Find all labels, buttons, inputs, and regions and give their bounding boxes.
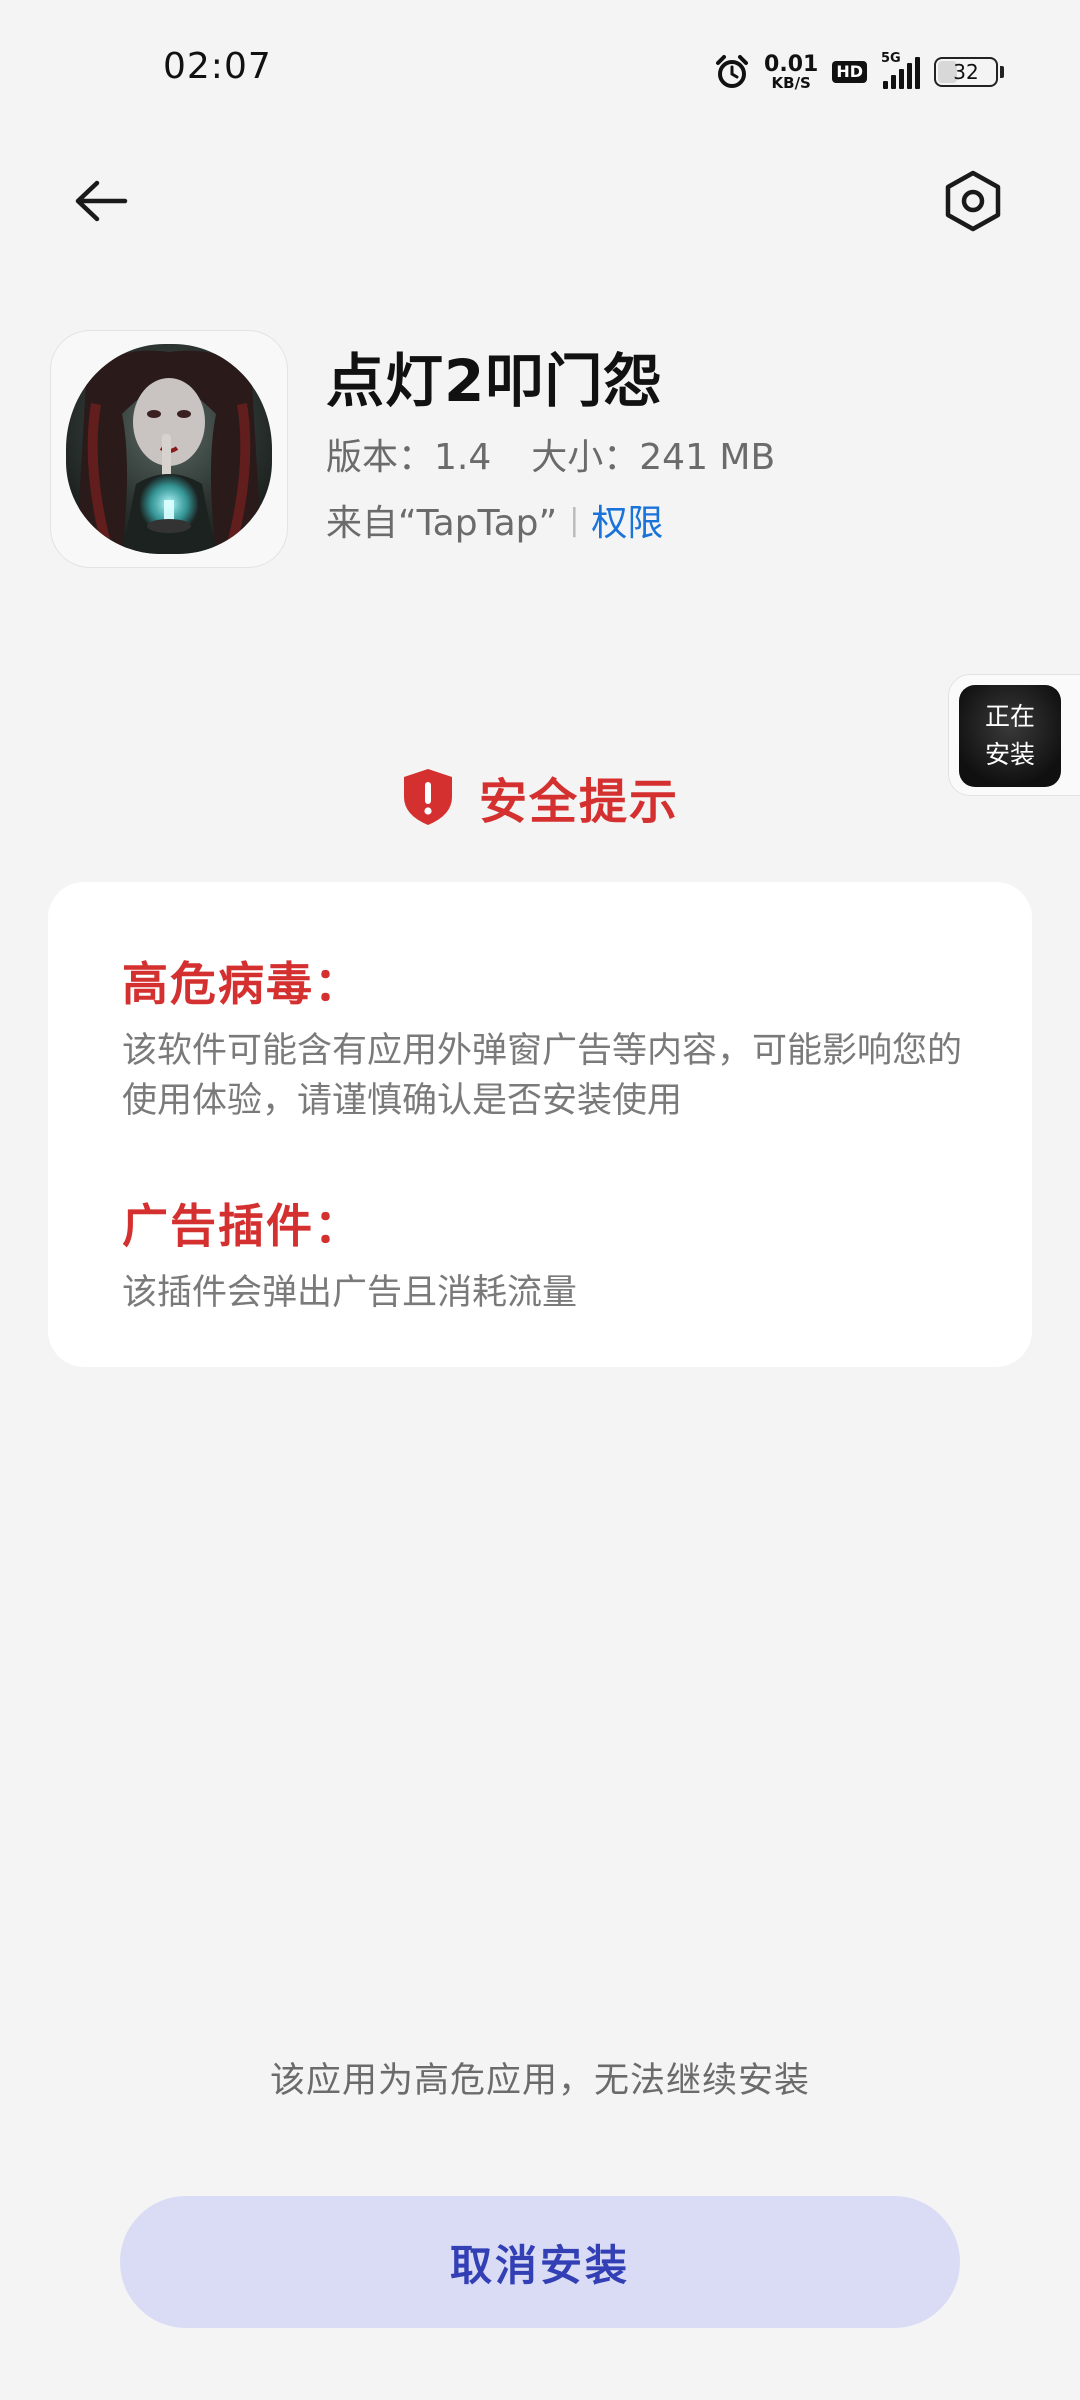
app-meta: 版本：1.4 大小：241 MB: [326, 428, 775, 480]
security-warning-card: 高危病毒： 该软件可能含有应用外弹窗广告等内容，可能影响您的使用体验，请谨慎确认…: [48, 882, 1032, 1367]
alarm-icon: [716, 55, 749, 88]
app-source-row: 来自“TapTap” | 权限: [326, 494, 663, 546]
signal-strength-icon: 5G: [881, 51, 920, 89]
app-icon: [66, 344, 272, 554]
risk-title: 广告插件：: [122, 1199, 362, 1253]
settings-button[interactable]: [938, 166, 1008, 236]
security-title: 安全提示: [478, 774, 679, 830]
status-icons: 0.01 KB/S HD 5G 32: [714, 50, 1004, 94]
status-bar: 02:07 0.01 KB/S HD 5G 32: [0, 0, 1080, 140]
battery-level: 32: [953, 60, 979, 84]
back-button[interactable]: [68, 168, 134, 234]
network-type-label: 5G: [881, 51, 901, 66]
cancel-install-button[interactable]: 取消安装: [120, 2196, 960, 2328]
status-time: 02:07: [163, 46, 272, 87]
app-size: 大小：241 MB: [531, 437, 776, 478]
risk-description: 该插件会弹出广告且消耗流量: [122, 1273, 578, 1313]
installing-label-line1: 正在: [984, 702, 1035, 731]
app-version: 版本：1.4: [326, 437, 492, 478]
security-header: 安全提示: [0, 762, 1080, 832]
risk-description: 该软件可能含有应用外弹窗广告等内容，可能影响您的使用体验，请谨慎确认是否安装使用: [122, 1031, 963, 1121]
network-speed: 0.01 KB/S: [764, 51, 819, 92]
source-separator: |: [569, 502, 580, 538]
permissions-link[interactable]: 权限: [591, 494, 663, 546]
risk-title: 高危病毒：: [122, 957, 362, 1011]
risk-item: 高危病毒： 该软件可能含有应用外弹窗广告等内容，可能影响您的使用体验，请谨慎确认…: [122, 948, 962, 1126]
network-speed-unit: KB/S: [771, 73, 811, 92]
arrow-left-icon: [75, 180, 128, 222]
network-speed-value: 0.01: [764, 51, 819, 77]
app-icon-frame: [50, 330, 288, 568]
hexagon-settings-icon: [945, 170, 1001, 232]
battery-icon: 32: [934, 57, 1004, 87]
shield-alert-icon: [403, 769, 452, 825]
app-name: 点灯2叩门怨: [326, 347, 663, 415]
install-blocked-note: 该应用为高危应用，无法继续安装: [269, 2061, 810, 2101]
risk-item: 广告插件： 该插件会弹出广告且消耗流量: [122, 1190, 962, 1318]
app-source: 来自“TapTap”: [326, 503, 558, 544]
hd-badge: HD: [832, 61, 867, 83]
